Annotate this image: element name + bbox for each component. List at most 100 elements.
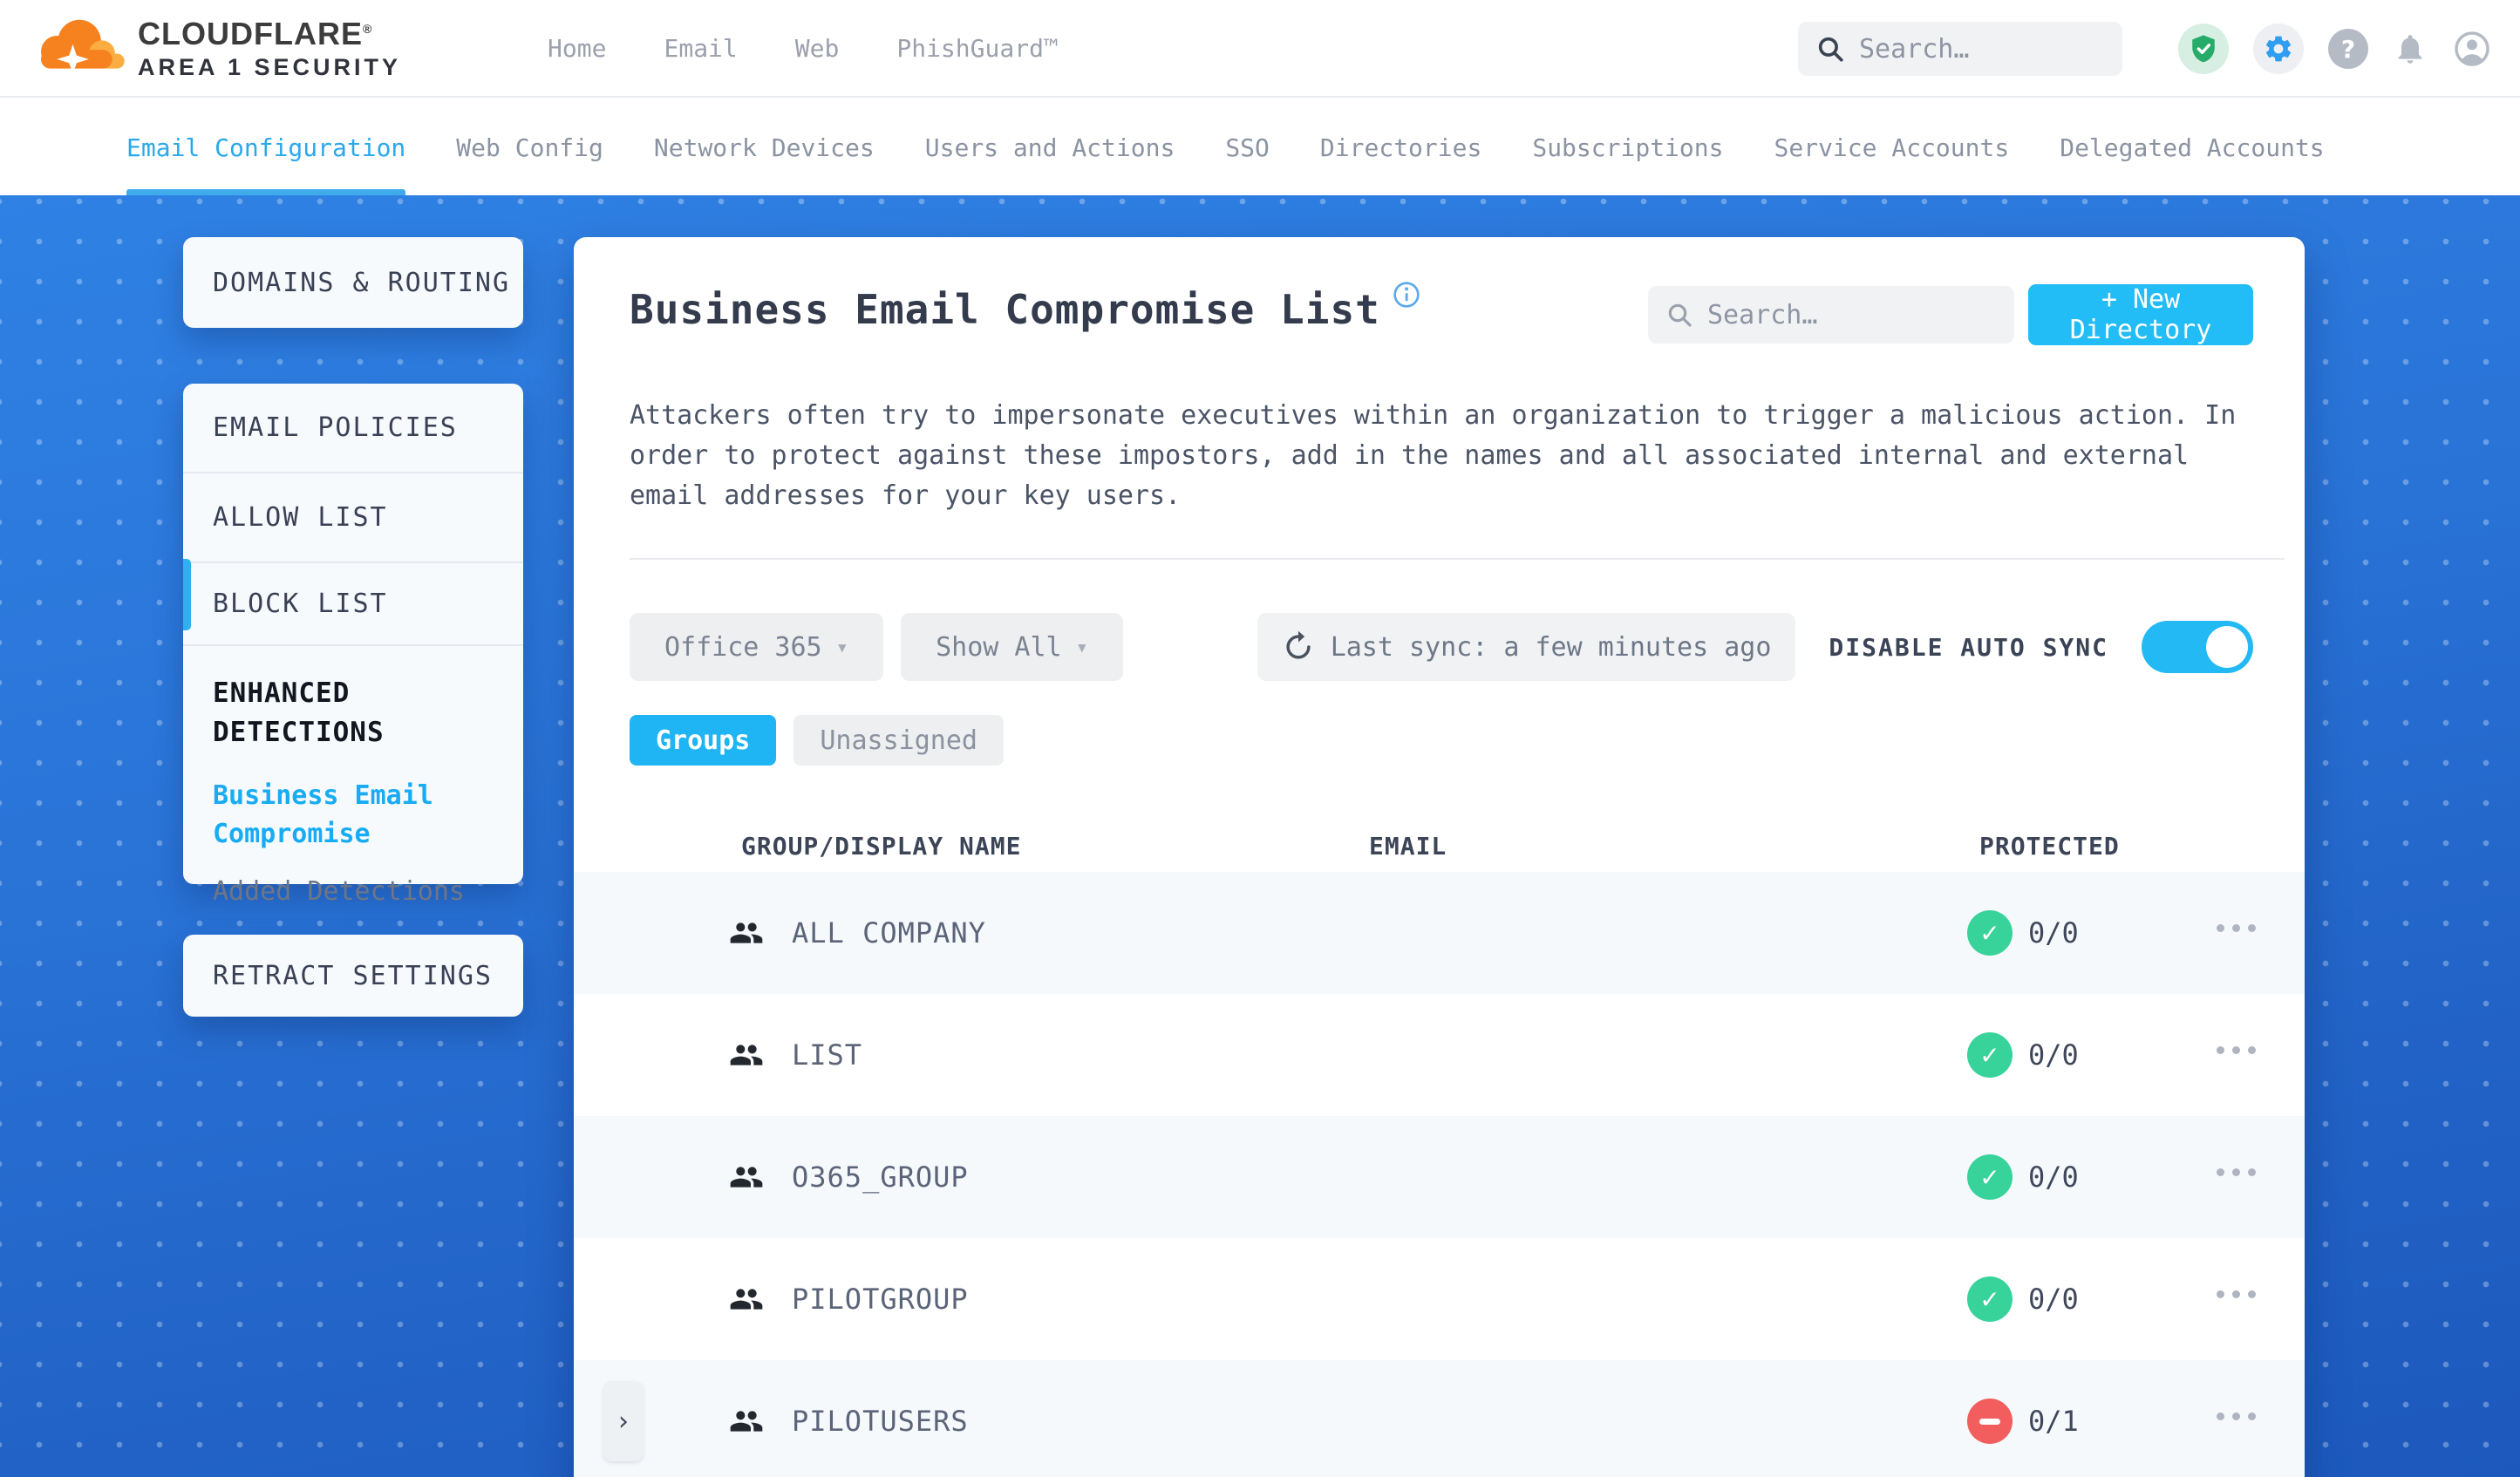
group-name: LIST (792, 1038, 863, 1072)
bell-icon (2398, 35, 2422, 64)
auto-sync-toggle[interactable] (2142, 621, 2253, 673)
tab-unassigned[interactable]: Unassigned (793, 715, 1004, 766)
directory-select[interactable]: Office 365 ▾ (630, 613, 884, 681)
protected-count: 0/0 (2028, 916, 2079, 950)
row-menu-button[interactable] (2217, 924, 2256, 932)
protected-count: 0/0 (2028, 1038, 2079, 1072)
sidebar-item-domains-routing[interactable]: DOMAINS & ROUTING (183, 237, 523, 328)
security-status-button[interactable] (2178, 24, 2229, 74)
last-sync-button[interactable]: Last sync: a few minutes ago (1257, 613, 1796, 681)
topnav-web[interactable]: Web (795, 34, 840, 63)
row-menu-button[interactable] (2217, 1046, 2256, 1054)
group-icon (729, 1282, 764, 1320)
sidebar-item-enhanced-detections[interactable]: ENHANCED DETECTIONS (213, 674, 494, 752)
chevron-right-icon: › (618, 1406, 629, 1437)
chevron-down-icon: ▾ (835, 635, 849, 659)
group-name: O365_GROUP (792, 1160, 969, 1194)
protected-status-icon: ✓ (1967, 1276, 2013, 1322)
top-header: CLOUDFLARE® AREA 1 SECURITY Home Email W… (0, 0, 2520, 98)
brand-subtitle: AREA 1 SECURITY (138, 53, 402, 80)
tab-network-devices[interactable]: Network Devices (654, 99, 875, 195)
list-search-input[interactable] (1707, 299, 1997, 330)
tab-service-accounts[interactable]: Service Accounts (1774, 99, 2010, 195)
row-menu-button[interactable] (2217, 1412, 2256, 1420)
tab-directories[interactable]: Directories (1320, 99, 1481, 195)
sidebar-item-allow-list[interactable]: ALLOW LIST (183, 473, 523, 563)
group-name: ALL COMPANY (792, 916, 986, 950)
group-name: PILOTGROUP (792, 1283, 969, 1316)
sidebar-card-policies: EMAIL POLICIES ALLOW LIST BLOCK LIST ENH… (183, 384, 523, 907)
column-email: EMAIL (1369, 832, 1447, 861)
column-group-display-name: GROUP/DISPLAY NAME (741, 832, 1022, 861)
tab-web-config[interactable]: Web Config (456, 99, 603, 195)
table-row[interactable]: LIST ✓ 0/0 (574, 994, 2305, 1116)
sync-refresh-icon (1286, 630, 1311, 659)
sidebar-item-retract-settings[interactable]: RETRACT SETTINGS (183, 935, 523, 1017)
table-row[interactable]: › PILOTUSERS ✓ 0/1 (574, 1360, 2305, 1477)
sidebar-item-added-detections[interactable]: Added Detections (213, 876, 494, 907)
tab-groups[interactable]: Groups (630, 715, 777, 766)
cloudflare-logo[interactable]: CLOUDFLARE® AREA 1 SECURITY (26, 10, 401, 85)
notifications-button[interactable] (2393, 31, 2428, 66)
tab-sso[interactable]: SSO (1225, 99, 1270, 195)
shield-check-icon (2192, 35, 2215, 63)
sidebar-card-domains-routing[interactable]: DOMAINS & ROUTING (183, 237, 523, 328)
page-background: DOMAINS & ROUTING EMAIL POLICIES ALLOW L… (0, 195, 2520, 1477)
page-description: Attackers often try to impersonate execu… (630, 400, 2237, 511)
protected-status-icon: ✓ (1967, 910, 2013, 956)
user-avatar-icon (2455, 31, 2489, 66)
chevron-down-icon: ▾ (1075, 635, 1089, 659)
protected-status-icon: ✓ (1967, 1032, 2013, 1078)
account-button[interactable] (2452, 29, 2492, 69)
row-menu-button[interactable] (2217, 1168, 2256, 1176)
sidebar-item-block-list[interactable]: BLOCK LIST (183, 563, 523, 646)
search-icon (1818, 37, 1843, 62)
top-nav: Home Email Web PhishGuard™ (548, 34, 1059, 63)
info-icon[interactable] (1393, 281, 1420, 312)
tab-users-and-actions[interactable]: Users and Actions (925, 99, 1175, 195)
protected-count: 0/0 (2028, 1160, 2079, 1194)
topnav-email[interactable]: Email (664, 34, 737, 63)
protected-count: 0/1 (2028, 1405, 2079, 1438)
divider (630, 558, 2285, 560)
sidebar-item-business-email-compromise[interactable]: Business Email Compromise (213, 777, 494, 854)
table-header: GROUP/DISPLAY NAME EMAIL PROTECTED (574, 820, 2305, 872)
global-search-input[interactable] (1859, 33, 2105, 65)
sidebar-card-retract[interactable]: RETRACT SETTINGS (183, 935, 523, 1017)
protected-status-icon: ✓ (1967, 1154, 2013, 1200)
last-sync-text: Last sync: a few minutes ago (1330, 631, 1772, 663)
group-icon (729, 1160, 764, 1198)
row-menu-button[interactable] (2217, 1290, 2256, 1298)
tab-email-configuration[interactable]: Email Configuration (126, 99, 406, 195)
table-row[interactable]: ALL COMPANY ✓ 0/0 (574, 872, 2305, 994)
table-row[interactable]: PILOTGROUP ✓ 0/0 (574, 1238, 2305, 1360)
directory-select-value: Office 365 (664, 631, 822, 663)
table-row[interactable]: O365_GROUP ✓ 0/0 (574, 1116, 2305, 1238)
brand-name: CLOUDFLARE® (138, 15, 373, 51)
registered-mark: ® (362, 21, 373, 36)
show-filter-select[interactable]: Show All ▾ (901, 613, 1124, 681)
group-table: ALL COMPANY ✓ 0/0 LIST ✓ 0/0 O365_GROUP … (574, 872, 2305, 1477)
settings-button[interactable] (2253, 24, 2304, 74)
topnav-phishguard[interactable]: PhishGuard™ (896, 34, 1058, 63)
search-icon (1668, 303, 1692, 327)
main-panel: Business Email Compromise List + New Dir… (574, 237, 2305, 1477)
group-icon (729, 915, 764, 954)
list-search[interactable] (1648, 286, 2014, 344)
auto-sync-label: DISABLE AUTO SYNC (1829, 632, 2108, 662)
section-nav: Email Configuration Web Config Network D… (0, 99, 2520, 195)
group-icon (729, 1404, 764, 1442)
tab-delegated-accounts[interactable]: Delegated Accounts (2060, 99, 2324, 195)
help-button[interactable]: ? (2328, 29, 2368, 69)
tab-subscriptions[interactable]: Subscriptions (1532, 99, 1723, 195)
new-directory-button[interactable]: + New Directory (2028, 284, 2253, 345)
show-filter-value: Show All (936, 631, 1062, 663)
sidebar-item-email-policies[interactable]: EMAIL POLICIES (183, 384, 523, 473)
cloudflare-cloud-icon (41, 19, 125, 75)
topnav-home[interactable]: Home (548, 34, 606, 63)
expand-row-button[interactable]: › (603, 1381, 644, 1461)
group-icon (729, 1038, 764, 1076)
toggle-knob (2206, 626, 2248, 668)
group-name: PILOTUSERS (792, 1405, 969, 1438)
global-search[interactable] (1798, 22, 2122, 76)
